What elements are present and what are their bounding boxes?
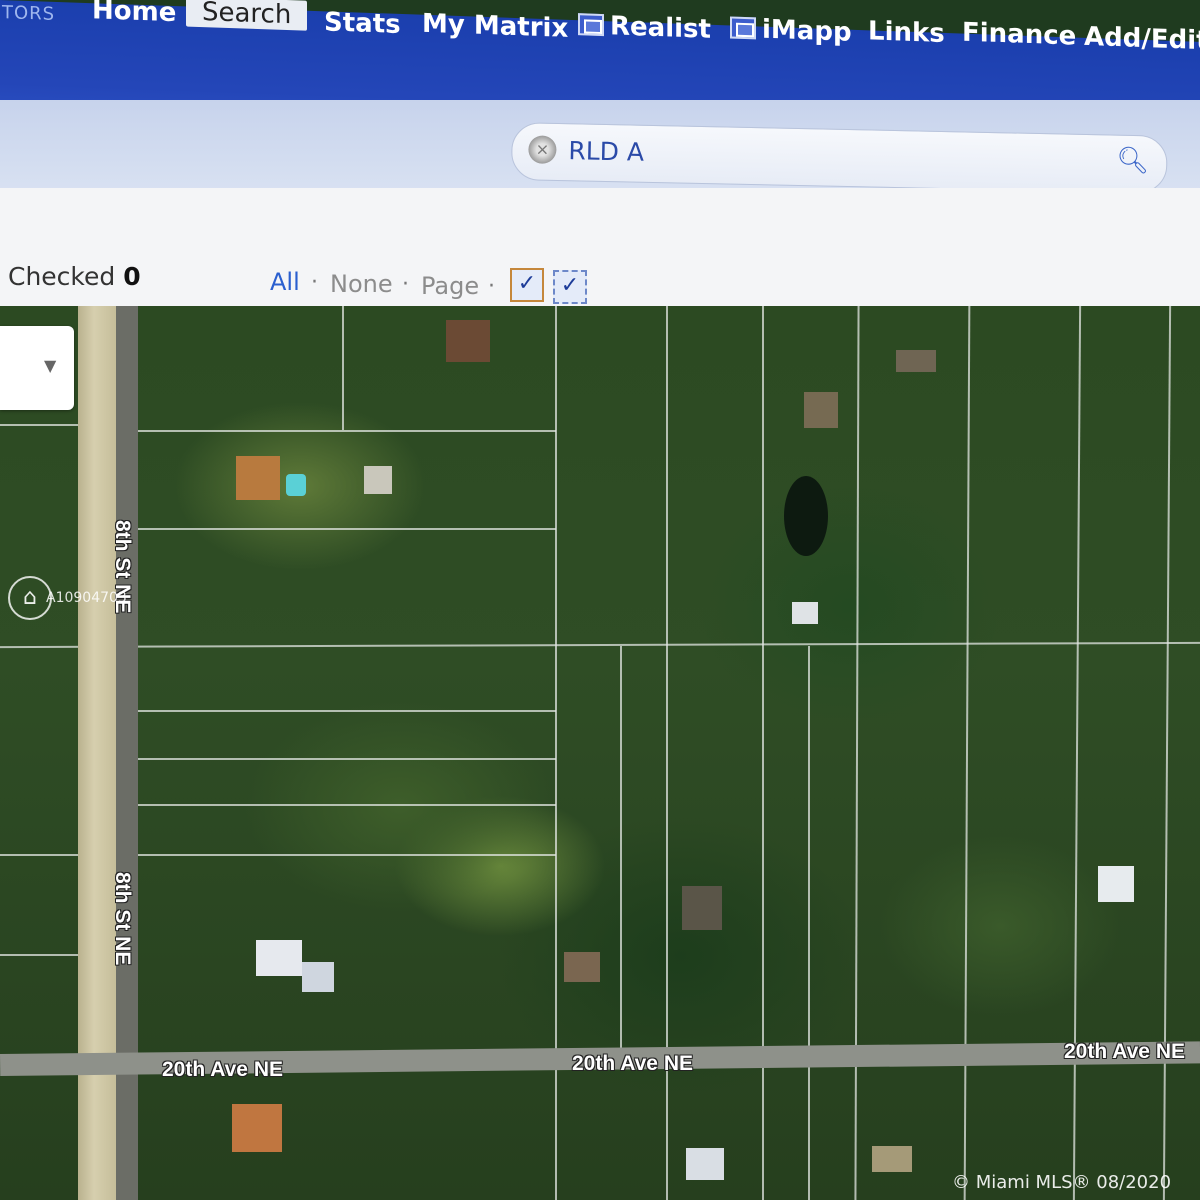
satellite-map[interactable]: 8th St NE 8th St NE 20th Ave NE 20th Ave… (0, 306, 1200, 1200)
building (364, 466, 392, 494)
separator: · (402, 272, 409, 297)
street-label: 20th Ave NE (572, 1052, 693, 1075)
building (686, 1148, 724, 1180)
parcel-line (136, 528, 556, 530)
nav-add-edit[interactable]: Add/Edit (1084, 22, 1200, 56)
checked-label: Checked (8, 262, 116, 291)
window-icon (578, 13, 604, 37)
parcel-line (0, 641, 1200, 649)
street-label: 8th St NE (111, 872, 134, 966)
parcel-line (1162, 306, 1172, 1200)
select-page-link[interactable]: Page (421, 272, 479, 300)
separator: · (488, 274, 495, 299)
pond (784, 476, 828, 556)
separator: · (311, 270, 318, 295)
building (564, 952, 600, 982)
building (1098, 866, 1134, 902)
magnifier-icon[interactable]: 🔍︎ (1116, 146, 1150, 177)
parcel-line (1072, 306, 1082, 1200)
building (804, 392, 838, 428)
nav-links[interactable]: Links (868, 16, 945, 49)
building (302, 962, 334, 992)
check-selected-icon[interactable]: ✓ (510, 268, 544, 302)
parcel-line (118, 804, 556, 806)
parcel-line (136, 430, 556, 432)
nav-home[interactable]: Home (92, 0, 176, 28)
parcel-line (342, 306, 344, 430)
parcel-line (620, 646, 622, 1056)
nav-finance[interactable]: Finance (962, 18, 1076, 52)
swimming-pool (286, 474, 306, 496)
select-all-link[interactable]: All (270, 268, 300, 296)
brand-logo: TORS (2, 2, 56, 25)
nav-search[interactable]: Search (186, 0, 308, 31)
nav-realist[interactable]: Realist (578, 10, 711, 45)
building (896, 350, 936, 372)
copyright-watermark: © Miami MLS® 08/2020 (952, 1172, 1172, 1193)
chevron-down-icon[interactable]: ▼ (44, 356, 56, 375)
parcel-line (0, 424, 80, 426)
window-icon (730, 16, 756, 40)
checked-count: 0 (123, 262, 141, 291)
street-label: 20th Ave NE (1064, 1040, 1185, 1063)
building (872, 1146, 912, 1172)
checked-counter: Checked 0 (8, 262, 141, 291)
building (232, 1104, 282, 1152)
nav-my-matrix[interactable]: My Matrix (422, 9, 568, 44)
listing-id-watermark: A10904703 (46, 590, 127, 606)
parcel-line (808, 646, 810, 1200)
nav-stats[interactable]: Stats (324, 7, 401, 40)
building (256, 940, 302, 976)
building (682, 886, 722, 930)
search-input-value[interactable]: RLD A (568, 136, 644, 167)
building (236, 456, 280, 500)
select-none-link[interactable]: None (330, 270, 393, 298)
parcel-line (118, 710, 556, 712)
check-multiple-icon[interactable]: ✓ (553, 270, 587, 304)
building (792, 602, 818, 624)
clear-icon[interactable]: × (528, 135, 557, 164)
street-label: 20th Ave NE (162, 1058, 283, 1081)
building (446, 320, 490, 362)
parcel-line (0, 954, 80, 956)
nav-imapp[interactable]: iMapp (730, 13, 852, 48)
map-layer-dropdown[interactable]: ▼ (0, 326, 74, 410)
parcel-line (118, 758, 556, 760)
